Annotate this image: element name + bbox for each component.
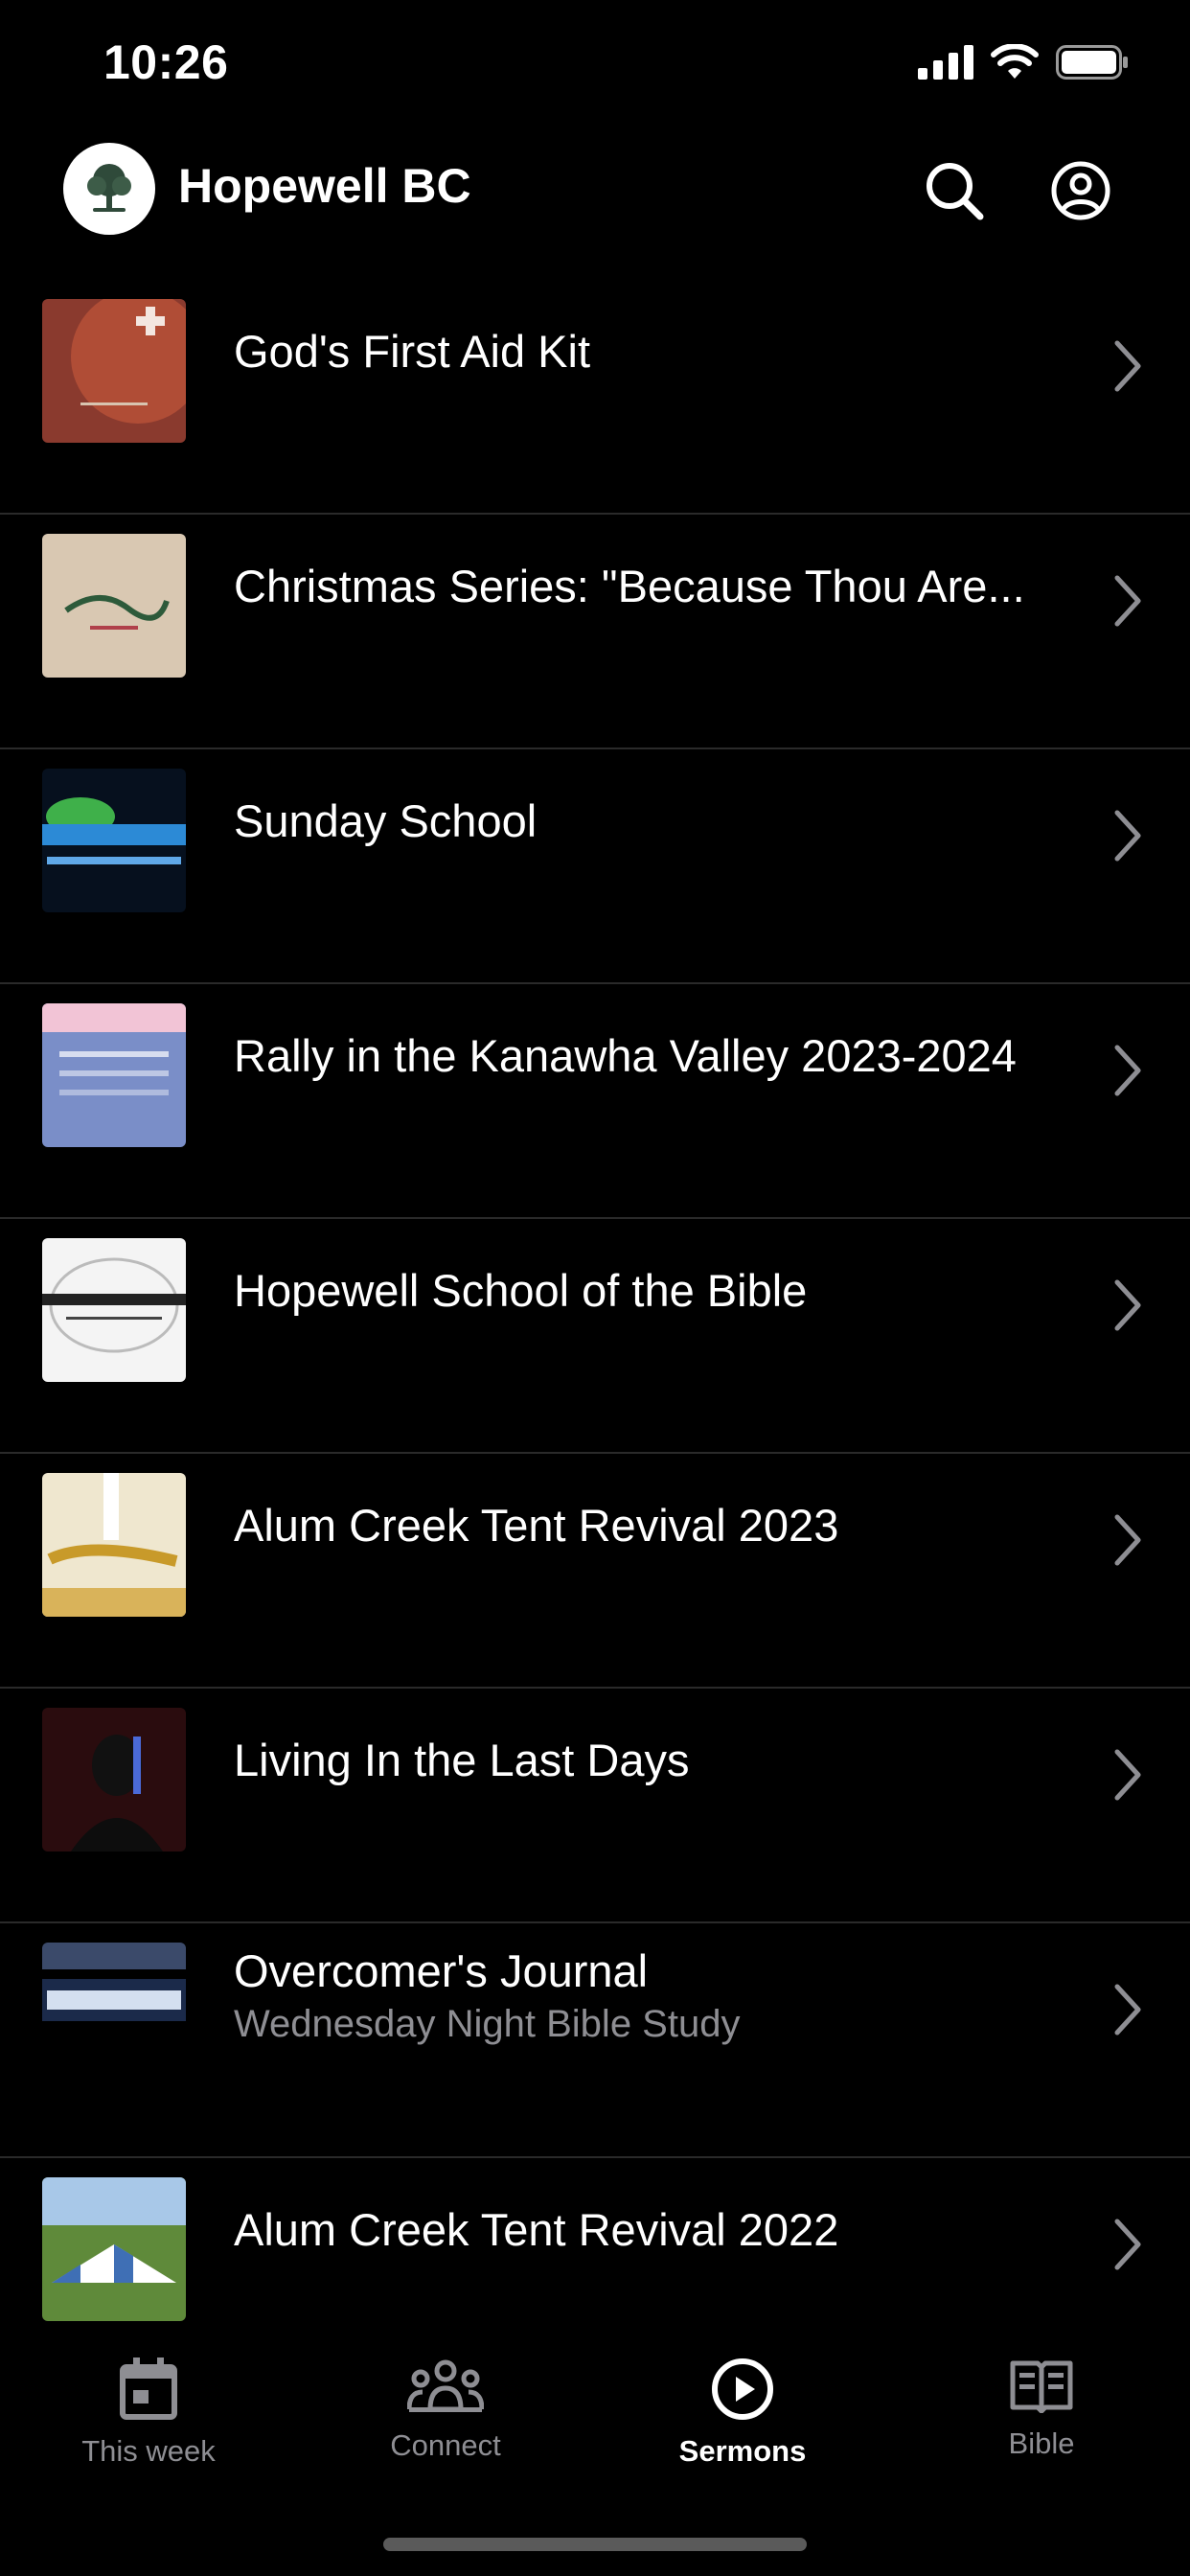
sermon-thumbnail (42, 1708, 186, 1852)
sermon-title: Alum Creek Tent Revival 2023 (234, 1500, 839, 1551)
sermon-title: Hopewell School of the Bible (234, 1265, 808, 1316)
wifi-icon (991, 44, 1039, 79)
tab-bible[interactable]: Bible (893, 2358, 1190, 2461)
tab-label: This week (81, 2434, 216, 2468)
status-time: 10:26 (103, 35, 229, 89)
tab-label: Connect (390, 2428, 501, 2462)
book-icon (1010, 2360, 1073, 2413)
chevron-right-icon (1114, 1045, 1141, 1096)
app-header: Hopewell BC (0, 129, 1190, 254)
sermon-thumbnail (42, 534, 186, 678)
sermon-title: Christmas Series: "Because Thou Are... (234, 561, 1025, 611)
status-icons (918, 44, 1129, 80)
profile-button[interactable] (1042, 152, 1119, 229)
tree-logo-icon (87, 164, 131, 212)
sermon-thumbnail (42, 299, 186, 443)
chevron-right-icon (1114, 1514, 1141, 1566)
tab-label: Bible (1008, 2426, 1075, 2460)
tab-label: Sermons (678, 2434, 807, 2468)
people-icon (407, 2359, 484, 2412)
status-bar: 10:26 (0, 0, 1190, 129)
sermon-title: Sunday School (234, 795, 538, 846)
play-circle-icon (712, 2358, 773, 2420)
sermon-thumbnail (42, 1943, 186, 2086)
chevron-right-icon (1114, 1749, 1141, 1801)
cellular-signal-icon (918, 45, 973, 80)
sermon-title: Living In the Last Days (234, 1735, 690, 1785)
chevron-right-icon (1114, 575, 1141, 627)
sermon-thumbnail (42, 2177, 186, 2321)
search-icon (927, 163, 984, 220)
sermon-title: Alum Creek Tent Revival 2022 (234, 2204, 839, 2255)
sermon-thumbnail (42, 1473, 186, 1617)
sermon-series-list: God's First Aid Kit Christmas Series: "B… (0, 280, 1190, 2331)
chevron-right-icon (1114, 340, 1141, 392)
chevron-right-icon (1114, 2219, 1141, 2270)
chevron-right-icon (1114, 810, 1141, 862)
tab-sermons[interactable]: Sermons (594, 2358, 891, 2469)
account-icon (1051, 161, 1110, 220)
battery-icon (1056, 45, 1128, 80)
home-indicator[interactable] (383, 2538, 807, 2551)
sermon-title: God's First Aid Kit (234, 326, 591, 377)
search-button[interactable] (916, 152, 993, 229)
sermon-row[interactable]: Alum Creek Tent Revival 2022 (0, 2158, 1190, 2331)
sermon-thumbnail (42, 769, 186, 912)
tab-this-week[interactable]: This week (0, 2358, 297, 2469)
app-title: Hopewell BC (178, 159, 471, 213)
chevron-right-icon (1114, 1279, 1141, 1331)
sermon-title: Rally in the Kanawha Valley 2023-2024 (234, 1030, 1017, 1081)
calendar-icon (120, 2358, 177, 2420)
sermon-thumbnail (42, 1238, 186, 1382)
church-logo (63, 143, 155, 235)
tab-connect[interactable]: Connect (297, 2358, 594, 2463)
sermon-title: Overcomer's Journal (234, 1944, 649, 1996)
sermon-thumbnail (42, 1003, 186, 1147)
chevron-right-icon (1114, 1984, 1141, 2036)
sermon-subtitle: Wednesday Night Bible Study (234, 2002, 741, 2045)
